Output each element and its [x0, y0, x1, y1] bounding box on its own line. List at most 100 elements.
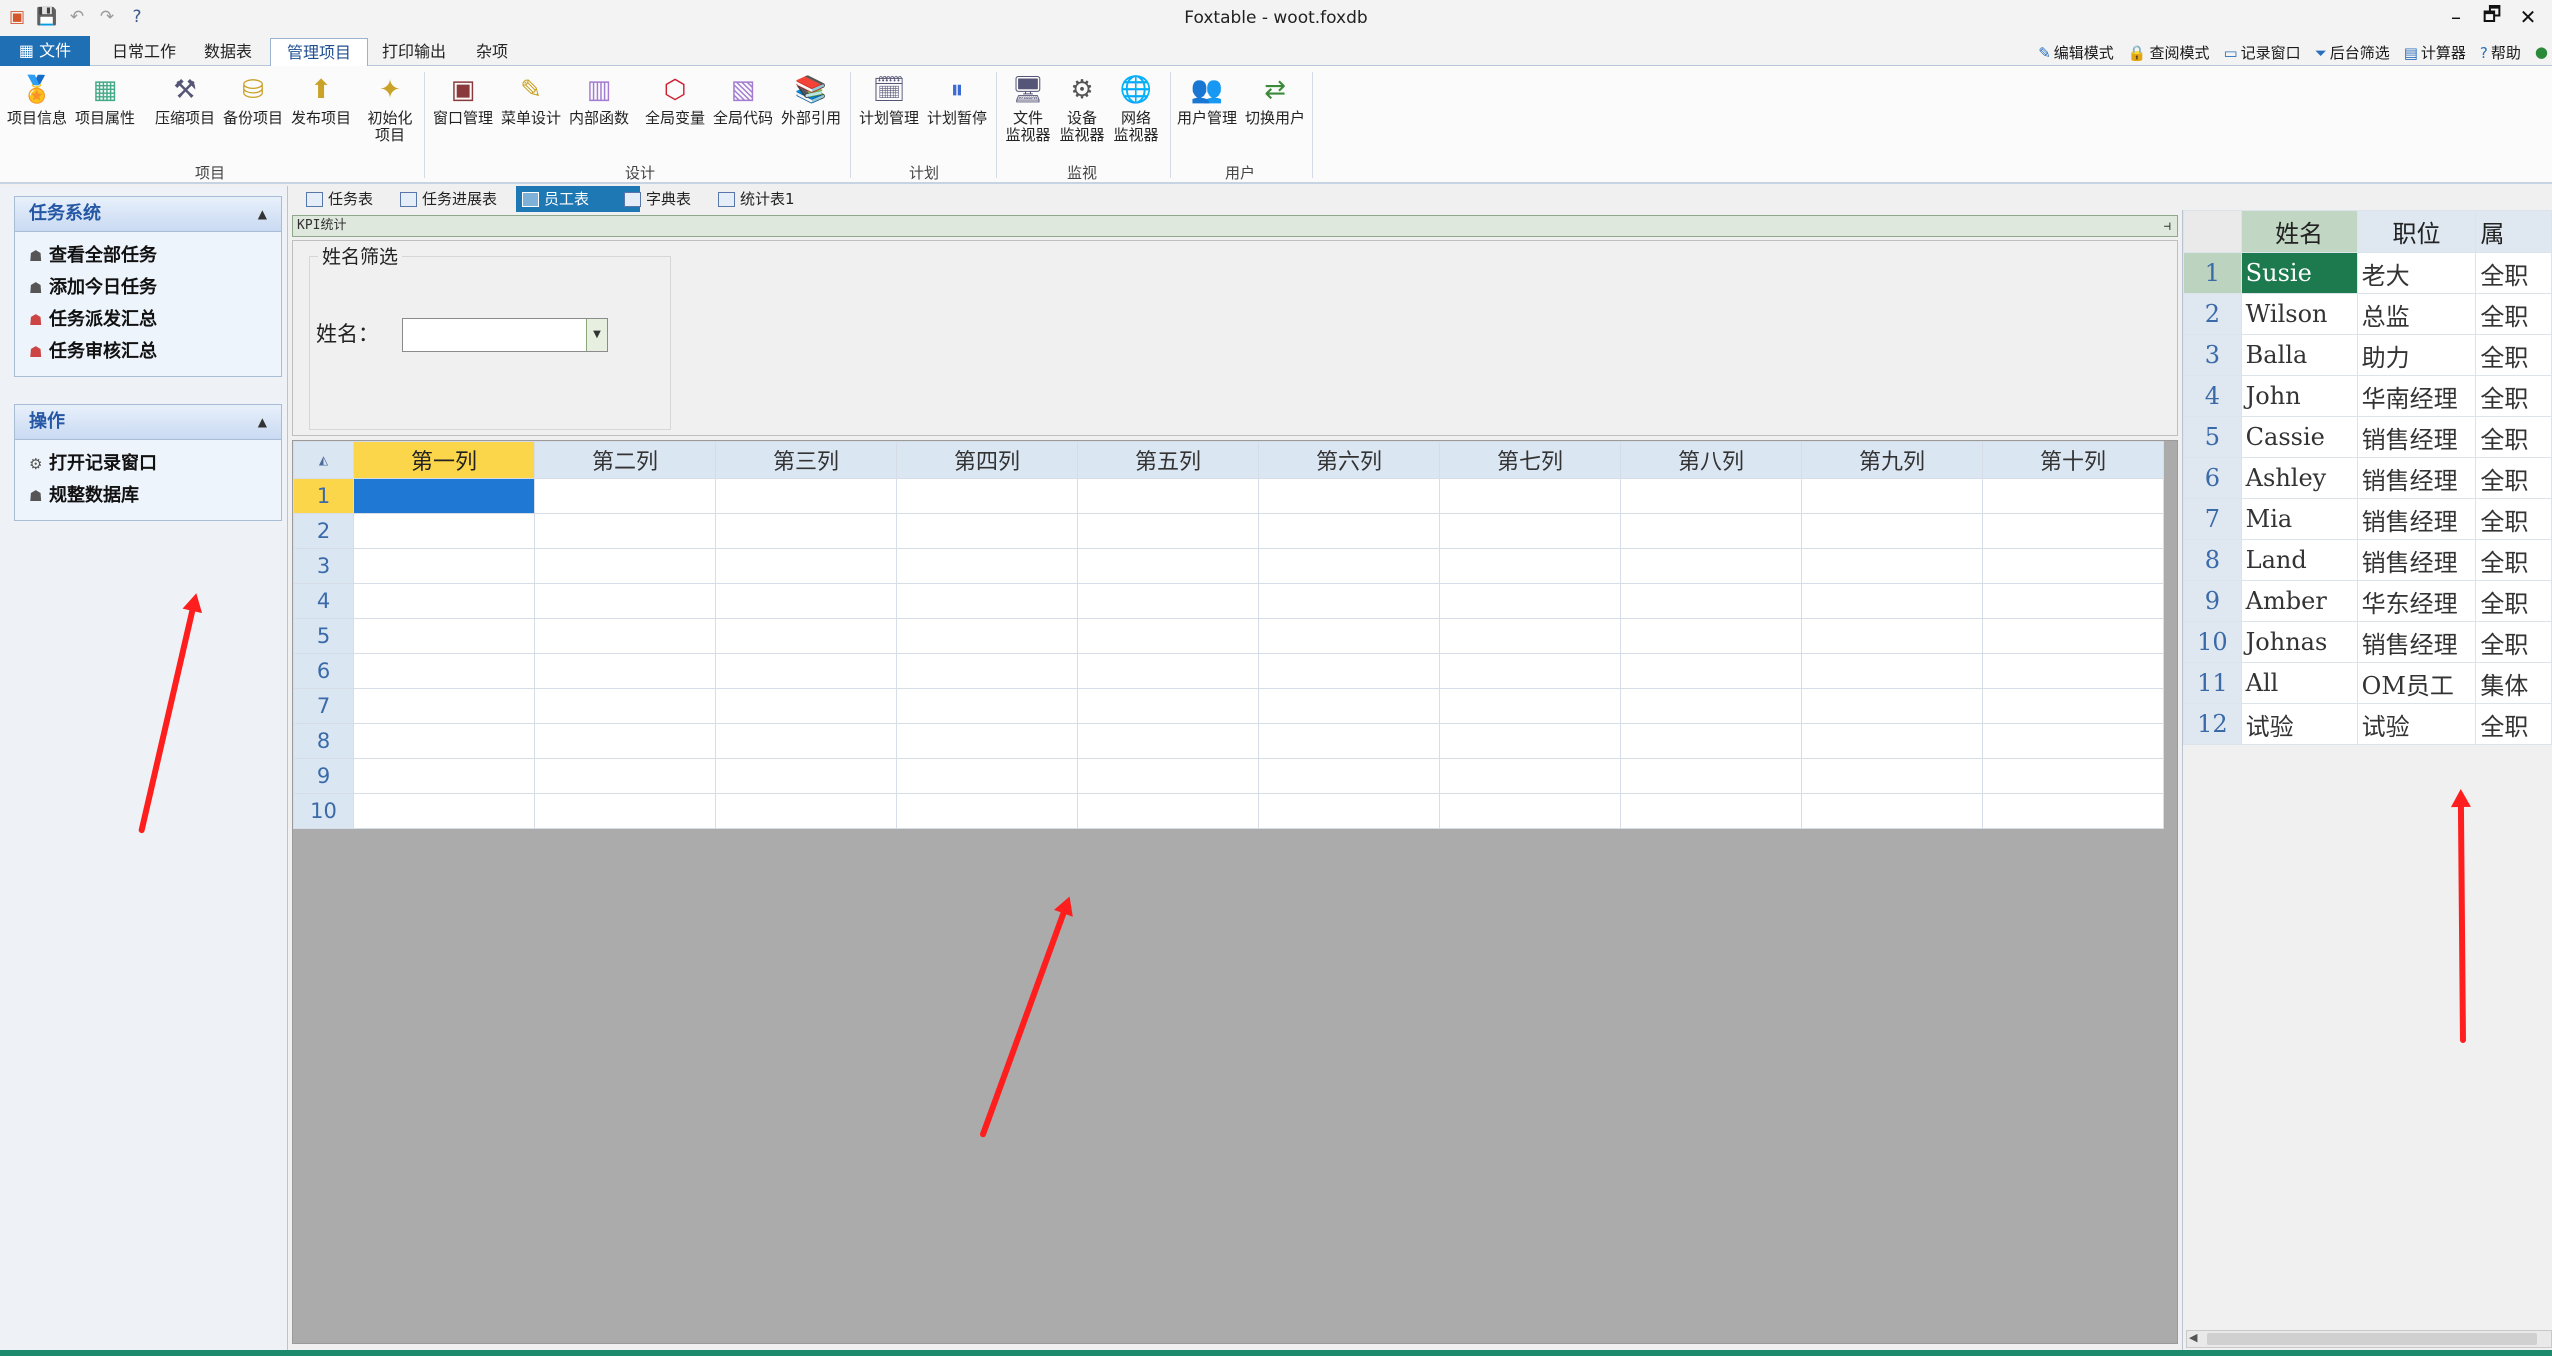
row-header[interactable]: 9 [2183, 580, 2242, 622]
grid-cell[interactable] [353, 758, 535, 794]
grid-cell[interactable] [1801, 653, 1983, 689]
employee-type-cell[interactable]: 全职 [2475, 375, 2552, 417]
employee-name-cell[interactable]: Mia [2240, 498, 2358, 540]
grid-cell[interactable] [534, 723, 716, 759]
grid-cell[interactable] [1982, 723, 2164, 759]
menu-design-button[interactable]: ✎ 菜单设计 [498, 72, 564, 127]
column-header[interactable]: 第六列 [1258, 441, 1440, 479]
employee-type-cell[interactable]: 全职 [2475, 498, 2552, 540]
grid-cell[interactable] [1077, 688, 1259, 724]
employee-table[interactable]: 姓名 职位 属 1 Susie 老大 全职 2 Wilson 总监 全职 3 Balla 助力 全职 4… [2183, 210, 2552, 745]
employee-name-cell[interactable]: Balla [2240, 334, 2358, 376]
column-header[interactable]: 第七列 [1439, 441, 1621, 479]
grid-corner[interactable] [2183, 210, 2242, 253]
employee-name-cell[interactable]: All [2240, 662, 2358, 704]
link-help[interactable]: ? 帮助 [2480, 42, 2521, 63]
grid-cell[interactable] [1258, 478, 1440, 514]
employee-position-cell[interactable]: 销售经理 [2356, 621, 2477, 663]
grid-cell[interactable] [353, 513, 535, 549]
row-header[interactable]: 2 [293, 513, 354, 549]
grid-cell[interactable] [534, 758, 716, 794]
grid-cell[interactable] [1982, 548, 2164, 584]
tab-file[interactable]: ▦ 文件 [0, 36, 90, 66]
row-header[interactable]: 9 [293, 758, 354, 794]
grid-cell[interactable] [1258, 583, 1440, 619]
row-header[interactable]: 4 [293, 583, 354, 619]
employee-name-cell[interactable]: Cassie [2240, 416, 2358, 458]
grid-cell[interactable] [1439, 618, 1621, 654]
grid-cell[interactable] [896, 758, 1078, 794]
employee-type-cell[interactable]: 全职 [2475, 703, 2552, 745]
employee-position-cell[interactable]: 试验 [2356, 703, 2477, 745]
grid-cell[interactable] [715, 618, 897, 654]
row-header[interactable]: 3 [2183, 334, 2242, 376]
employee-name-cell[interactable]: John [2240, 375, 2358, 417]
column-header[interactable]: 第四列 [896, 441, 1078, 479]
column-header[interactable]: 第一列 [353, 441, 535, 479]
row-header[interactable]: 8 [2183, 539, 2242, 581]
schedule-pause-button[interactable]: ⏸ 计划暂停 [924, 72, 990, 127]
grid-cell[interactable] [1258, 723, 1440, 759]
horizontal-scrollbar[interactable]: ◀ [2186, 1330, 2552, 1348]
initialize-project-button[interactable]: ✦ 初始化 项目 [362, 72, 418, 144]
grid-cell[interactable] [534, 583, 716, 619]
internal-functions-button[interactable]: ▥ 内部函数 [566, 72, 632, 127]
switch-user-button[interactable]: ⇄ 切换用户 [1242, 72, 1308, 127]
grid-cell[interactable] [1258, 548, 1440, 584]
grid-cell[interactable] [1258, 653, 1440, 689]
link-background-filter[interactable]: ⏷ 后台筛选 [2315, 42, 2390, 63]
minimize-button[interactable]: – [2438, 2, 2474, 32]
window-manager-button[interactable]: ▣ 窗口管理 [430, 72, 496, 127]
column-header[interactable]: 第二列 [534, 441, 716, 479]
grid-cell[interactable] [534, 513, 716, 549]
project-info-button[interactable]: 🏅 项目信息 [6, 72, 68, 127]
close-button[interactable]: ✕ [2510, 2, 2546, 32]
grid-cell[interactable] [896, 793, 1078, 829]
users-icon[interactable]: ● [2535, 43, 2548, 61]
publish-project-button[interactable]: ⬆ 发布项目 [288, 72, 354, 127]
grid-cell[interactable] [896, 723, 1078, 759]
grid-cell[interactable] [1620, 478, 1802, 514]
grid-cell[interactable] [1801, 513, 1983, 549]
grid-cell[interactable] [1620, 583, 1802, 619]
employee-position-cell[interactable]: 销售经理 [2356, 416, 2477, 458]
grid-cell[interactable] [1801, 688, 1983, 724]
grid-cell[interactable] [1439, 513, 1621, 549]
grid-cell[interactable] [1801, 478, 1983, 514]
link-record-window[interactable]: ▭ 记录窗口 [2223, 42, 2300, 63]
grid-cell[interactable] [1982, 688, 2164, 724]
grid-cell[interactable] [896, 548, 1078, 584]
grid-cell[interactable] [896, 513, 1078, 549]
user-manager-button[interactable]: 👥 用户管理 [1174, 72, 1240, 127]
external-reference-button[interactable]: 📚 外部引用 [778, 72, 844, 127]
compress-project-button[interactable]: ⚒ 压缩项目 [152, 72, 218, 127]
grid-cell[interactable] [1077, 513, 1259, 549]
network-monitor-button[interactable]: 🌐 网络 监视器 [1108, 72, 1164, 144]
row-header[interactable]: 4 [2183, 375, 2242, 417]
grid-cell[interactable] [1620, 548, 1802, 584]
grid-cell[interactable] [1077, 618, 1259, 654]
grid-cell[interactable] [1620, 758, 1802, 794]
grid-cell[interactable] [1439, 653, 1621, 689]
employee-type-cell[interactable]: 全职 [2475, 252, 2552, 294]
row-header[interactable]: 7 [293, 688, 354, 724]
employee-type-cell[interactable]: 集体 [2475, 662, 2552, 704]
backup-project-button[interactable]: ⛁ 备份项目 [220, 72, 286, 127]
column-header[interactable]: 第三列 [715, 441, 897, 479]
grid-cell[interactable] [1620, 618, 1802, 654]
chevron-down-icon[interactable]: ▼ [586, 319, 607, 351]
grid-cell[interactable] [1077, 583, 1259, 619]
section-header[interactable]: 操作 ▲ [15, 405, 281, 440]
grid-cell[interactable] [715, 513, 897, 549]
employee-position-cell[interactable]: 华东经理 [2356, 580, 2477, 622]
global-code-button[interactable]: ▧ 全局代码 [710, 72, 776, 127]
tab-manage-project[interactable]: 管理项目 [270, 38, 369, 67]
row-header[interactable]: 11 [2183, 662, 2242, 704]
grid-cell[interactable] [1258, 758, 1440, 794]
grid-cell[interactable] [353, 723, 535, 759]
grid-cell[interactable] [1801, 758, 1983, 794]
row-header[interactable]: 1 [293, 478, 354, 514]
grid-cell[interactable] [1982, 513, 2164, 549]
tab-data-table[interactable]: 数据表 [188, 38, 268, 66]
tab-misc[interactable]: 杂项 [460, 38, 524, 66]
